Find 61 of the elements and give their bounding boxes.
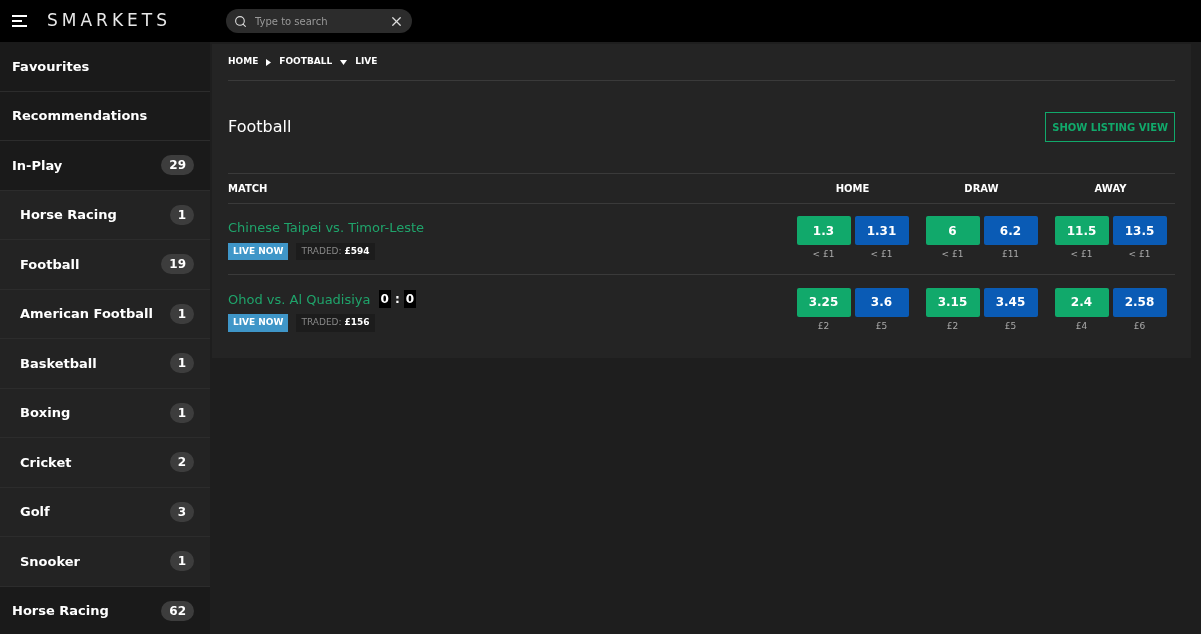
column-header: AWAY <box>1094 182 1127 196</box>
match-link[interactable]: Chinese Taipei vs. Timor-Leste <box>228 218 424 238</box>
live-badge: LIVE NOW <box>228 314 289 332</box>
count-badge: 62 <box>161 600 194 621</box>
score: : <box>393 291 401 309</box>
match-link[interactable]: Ohod vs. Al Quadisiya <box>228 289 371 309</box>
score: 0 <box>403 290 417 309</box>
caret-right-icon <box>266 58 272 66</box>
count-badge: 1 <box>169 204 194 225</box>
liquidity-amount: £6 <box>1133 319 1146 333</box>
score: 0 <box>378 290 391 309</box>
liquidity-amount: £5 <box>875 319 888 333</box>
column-header: MATCH <box>228 182 269 196</box>
traded-amount: TRADED: £594 <box>296 242 375 260</box>
traded-amount: TRADED: £156 <box>296 314 375 332</box>
count-badge: 19 <box>161 254 194 275</box>
count-badge: 1 <box>169 353 194 374</box>
liquidity-amount: < £1 <box>1128 248 1151 262</box>
page-title: Football <box>228 116 292 138</box>
logo[interactable]: SMARKETS <box>47 8 207 34</box>
count-badge: 1 <box>169 551 194 572</box>
liquidity-amount: £4 <box>1075 319 1088 333</box>
search-input[interactable]: Type to search <box>255 13 381 29</box>
column-header: DRAW <box>964 182 999 196</box>
sidebar-item[interactable]: Snooker 1 <box>0 537 210 587</box>
sidebar-item[interactable]: Boxing 1 <box>0 388 210 438</box>
odds-button[interactable]: 1.31 <box>854 216 909 246</box>
caret-down-icon <box>340 59 348 65</box>
live-badge: LIVE NOW <box>228 242 289 260</box>
count-badge: 1 <box>169 402 194 423</box>
sidebar-item[interactable]: Basketball 1 <box>0 339 210 389</box>
liquidity-amount: < £1 <box>812 248 835 262</box>
liquidity-amount: £2 <box>817 319 830 333</box>
liquidity-amount: £2 <box>946 319 959 333</box>
count-badge: 29 <box>161 155 194 176</box>
liquidity-amount: £5 <box>1004 319 1017 333</box>
odds-button[interactable]: 3.6 <box>854 287 909 317</box>
odds-button[interactable]: 13.5 <box>1112 216 1167 246</box>
menu-icon[interactable] <box>12 15 27 27</box>
search-field[interactable]: Type to search <box>226 9 412 33</box>
sidebar-item[interactable]: Football 19 <box>0 240 210 290</box>
count-badge: 3 <box>169 501 194 522</box>
liquidity-amount: £11 <box>1001 248 1020 262</box>
count-badge: 2 <box>169 452 194 473</box>
liquidity-amount: < £1 <box>941 248 964 262</box>
liquidity-amount: < £1 <box>1070 248 1093 262</box>
sidebar-item[interactable]: American Football 1 <box>0 289 210 339</box>
sidebar-item[interactable]: Cricket 2 <box>0 438 210 488</box>
sidebar-item[interactable]: Horse Racing 1 <box>0 190 210 240</box>
odds-button[interactable]: 6.2 <box>983 216 1038 246</box>
count-badge: 1 <box>169 303 194 324</box>
search-icon <box>234 14 247 28</box>
breadcrumb-link[interactable]: FOOTBALL <box>279 55 333 69</box>
sidebar-item[interactable]: Golf 3 <box>0 487 210 537</box>
odds-button[interactable]: 3.45 <box>983 287 1038 317</box>
liquidity-amount: < £1 <box>870 248 893 262</box>
breadcrumb-link[interactable]: HOME <box>228 55 259 69</box>
breadcrumb-link[interactable]: LIVE <box>355 55 378 69</box>
show-listing-view-button[interactable]: SHOW LISTING VIEW <box>1045 112 1175 142</box>
column-header: HOME <box>835 182 870 196</box>
odds-button[interactable]: 2.58 <box>1112 287 1167 317</box>
